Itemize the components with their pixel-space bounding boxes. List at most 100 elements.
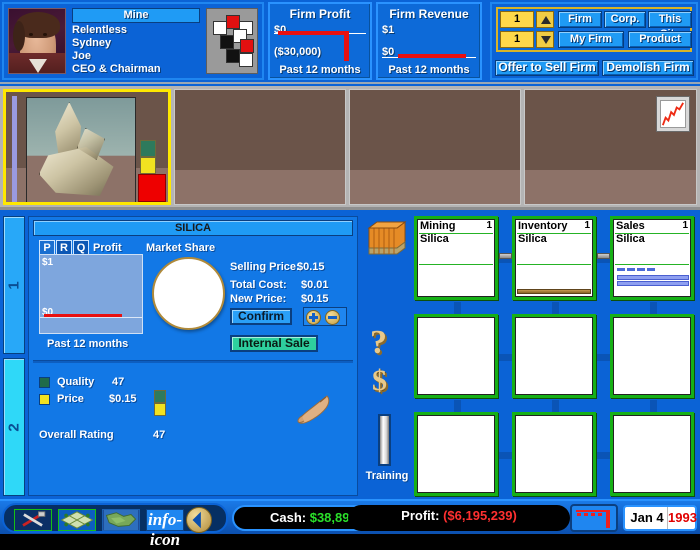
ceo-line-2: Sydney <box>72 37 112 49</box>
unit-sales[interactable]: Sales 1 Silica <box>610 216 694 300</box>
game-window: Mine Relentless Sydney Joe CEO & Chairma… <box>0 0 700 549</box>
world-map-icon[interactable] <box>102 509 140 531</box>
firm-revenue-graph: $1 $0 <box>382 24 476 60</box>
unit-mining-title: Mining <box>420 220 456 232</box>
quality-price-bar-stack <box>140 140 156 174</box>
dollar-sign-icon[interactable]: $ <box>372 364 387 398</box>
firm-revenue-panel[interactable]: Firm Revenue $1 $0 Past 12 months <box>376 2 482 80</box>
scope-my-firm-button[interactable]: My Firm <box>558 31 624 48</box>
quality-swatch-icon <box>39 377 50 388</box>
scope-product-button[interactable]: Product <box>628 31 692 48</box>
building-slot-strip <box>0 86 700 210</box>
product-index-value[interactable]: 1 <box>500 31 534 48</box>
scope-corp-button[interactable]: Corp. <box>604 11 646 28</box>
unit-mining-count: 1 <box>486 220 492 231</box>
internal-sale-button[interactable]: Internal Sale <box>230 335 318 352</box>
unit-empty-1-0[interactable] <box>414 314 498 398</box>
profit-chart-top-tick: $1 <box>42 257 54 268</box>
tools-icon[interactable] <box>14 509 52 531</box>
product-title: SILICA <box>33 220 353 236</box>
vertical-tab-2[interactable]: 2 <box>3 358 25 496</box>
question-mark-icon[interactable]: ? <box>370 324 387 362</box>
unit-mining[interactable]: Mining 1 Silica <box>414 216 498 300</box>
cash-label: Cash: <box>269 510 307 525</box>
selling-price-value: $0.15 <box>297 261 325 273</box>
city-map-icon[interactable] <box>58 509 96 531</box>
vertical-tab-1[interactable]: 1 <box>3 216 25 354</box>
firm-profit-graph: $0 ($30,000) <box>274 24 366 61</box>
firm-index-value[interactable]: 1 <box>500 11 534 28</box>
unit-sales-title: Sales <box>616 220 645 232</box>
demolish-firm-button[interactable]: Demolish Firm <box>602 60 694 76</box>
vertical-tab-1-label: 1 <box>5 281 23 290</box>
speed-control-icon[interactable] <box>570 504 618 532</box>
offer-to-sell-firm-button[interactable]: Offer to Sell Firm <box>495 60 599 76</box>
unit-sales-count: 1 <box>682 220 688 231</box>
firm-revenue-title: Firm Revenue <box>389 7 469 21</box>
total-cost-label: Total Cost: <box>230 279 287 291</box>
unit-inventory-count: 1 <box>584 220 590 231</box>
product-index-down-button[interactable] <box>536 31 554 48</box>
price-decrease-button[interactable] <box>325 310 340 325</box>
training-label: Training <box>365 470 409 482</box>
overall-rating-label: Overall Rating <box>39 429 114 441</box>
company-name-tag[interactable]: Mine <box>72 8 200 23</box>
unit-empty-2-1[interactable] <box>512 412 596 496</box>
game-date-display[interactable]: Jan 4 1993 <box>623 505 697 531</box>
selling-price-label: Selling Price: <box>230 261 300 273</box>
unit-empty-2-2[interactable] <box>610 412 694 496</box>
unit-empty-1-1[interactable] <box>512 314 596 398</box>
department-grid: Mining 1 Silica Inventory 1 Silica Sales… <box>414 216 697 496</box>
ceo-panel[interactable]: Mine Relentless Sydney Joe CEO & Chairma… <box>2 2 264 80</box>
firm-controls-panel: 1 Firm Corp. This City 1 My Firm Product… <box>490 2 698 80</box>
ceo-line-1: Relentless <box>72 24 128 36</box>
firm-revenue-top-value: $1 <box>382 24 395 36</box>
firm-profit-panel[interactable]: Firm Profit $0 ($30,000) Past 12 months <box>268 2 372 80</box>
price-increase-button[interactable] <box>306 310 321 325</box>
scope-firm-button[interactable]: Firm <box>558 11 602 28</box>
firm-profit-footer: Past 12 months <box>279 64 361 76</box>
back-icon[interactable] <box>186 507 212 533</box>
profit-chart-footer: Past 12 months <box>47 338 129 350</box>
quality-label: Quality <box>57 376 95 388</box>
unit-empty-1-2[interactable] <box>610 314 694 398</box>
market-share-label: Market Share <box>146 242 216 254</box>
arrow-up-icon <box>541 16 551 24</box>
slot-divider-line <box>12 96 17 202</box>
top-status-bar: Mine Relentless Sydney Joe CEO & Chairma… <box>0 0 700 84</box>
firm-revenue-footer: Past 12 months <box>388 64 470 76</box>
building-slot-1[interactable] <box>3 89 171 205</box>
profit-chart-label: Profit <box>93 242 122 254</box>
total-cost-value: $0.01 <box>301 279 329 291</box>
tool-button-tray: info-icon <box>2 503 228 549</box>
crate-icon[interactable] <box>367 220 407 258</box>
building-slot-4[interactable] <box>524 89 697 205</box>
new-price-label: New Price: <box>230 293 287 305</box>
unit-empty-2-0[interactable] <box>414 412 498 496</box>
ceo-line-3: Joe <box>72 50 91 62</box>
mineral-sample-image <box>26 97 136 202</box>
date-year: 1993 <box>667 507 697 529</box>
date-month-day: Jan 4 <box>630 510 664 525</box>
price-swatch-icon <box>39 394 50 405</box>
company-logo-icon[interactable] <box>206 8 258 74</box>
info-icon[interactable]: info-icon <box>146 509 184 549</box>
main-content-area: 1 2 SILICA P R Q Profit $1 $0 Past 12 mo… <box>0 213 700 499</box>
confirm-button[interactable]: Confirm <box>230 308 292 325</box>
side-action-column: ? $ Training <box>362 216 412 496</box>
scope-this-city-button[interactable]: This City <box>648 11 692 40</box>
inventory-stock-belt <box>517 289 591 294</box>
unit-inventory-product: Silica <box>518 233 547 245</box>
vertical-tab-strip: 1 2 <box>3 216 25 496</box>
firm-index-up-button[interactable] <box>536 11 554 28</box>
price-stepper <box>303 307 347 326</box>
new-price-value: $0.15 <box>301 293 329 305</box>
profit-mini-chart[interactable]: $1 $0 <box>39 254 143 334</box>
market-share-pie-chart[interactable] <box>152 257 225 330</box>
trend-chart-icon[interactable] <box>656 96 690 132</box>
overall-rating-value: 47 <box>153 429 166 441</box>
building-slot-2[interactable] <box>174 89 346 205</box>
unit-inventory[interactable]: Inventory 1 Silica <box>512 216 596 300</box>
training-bar[interactable] <box>378 414 391 466</box>
building-slot-3[interactable] <box>349 89 521 205</box>
